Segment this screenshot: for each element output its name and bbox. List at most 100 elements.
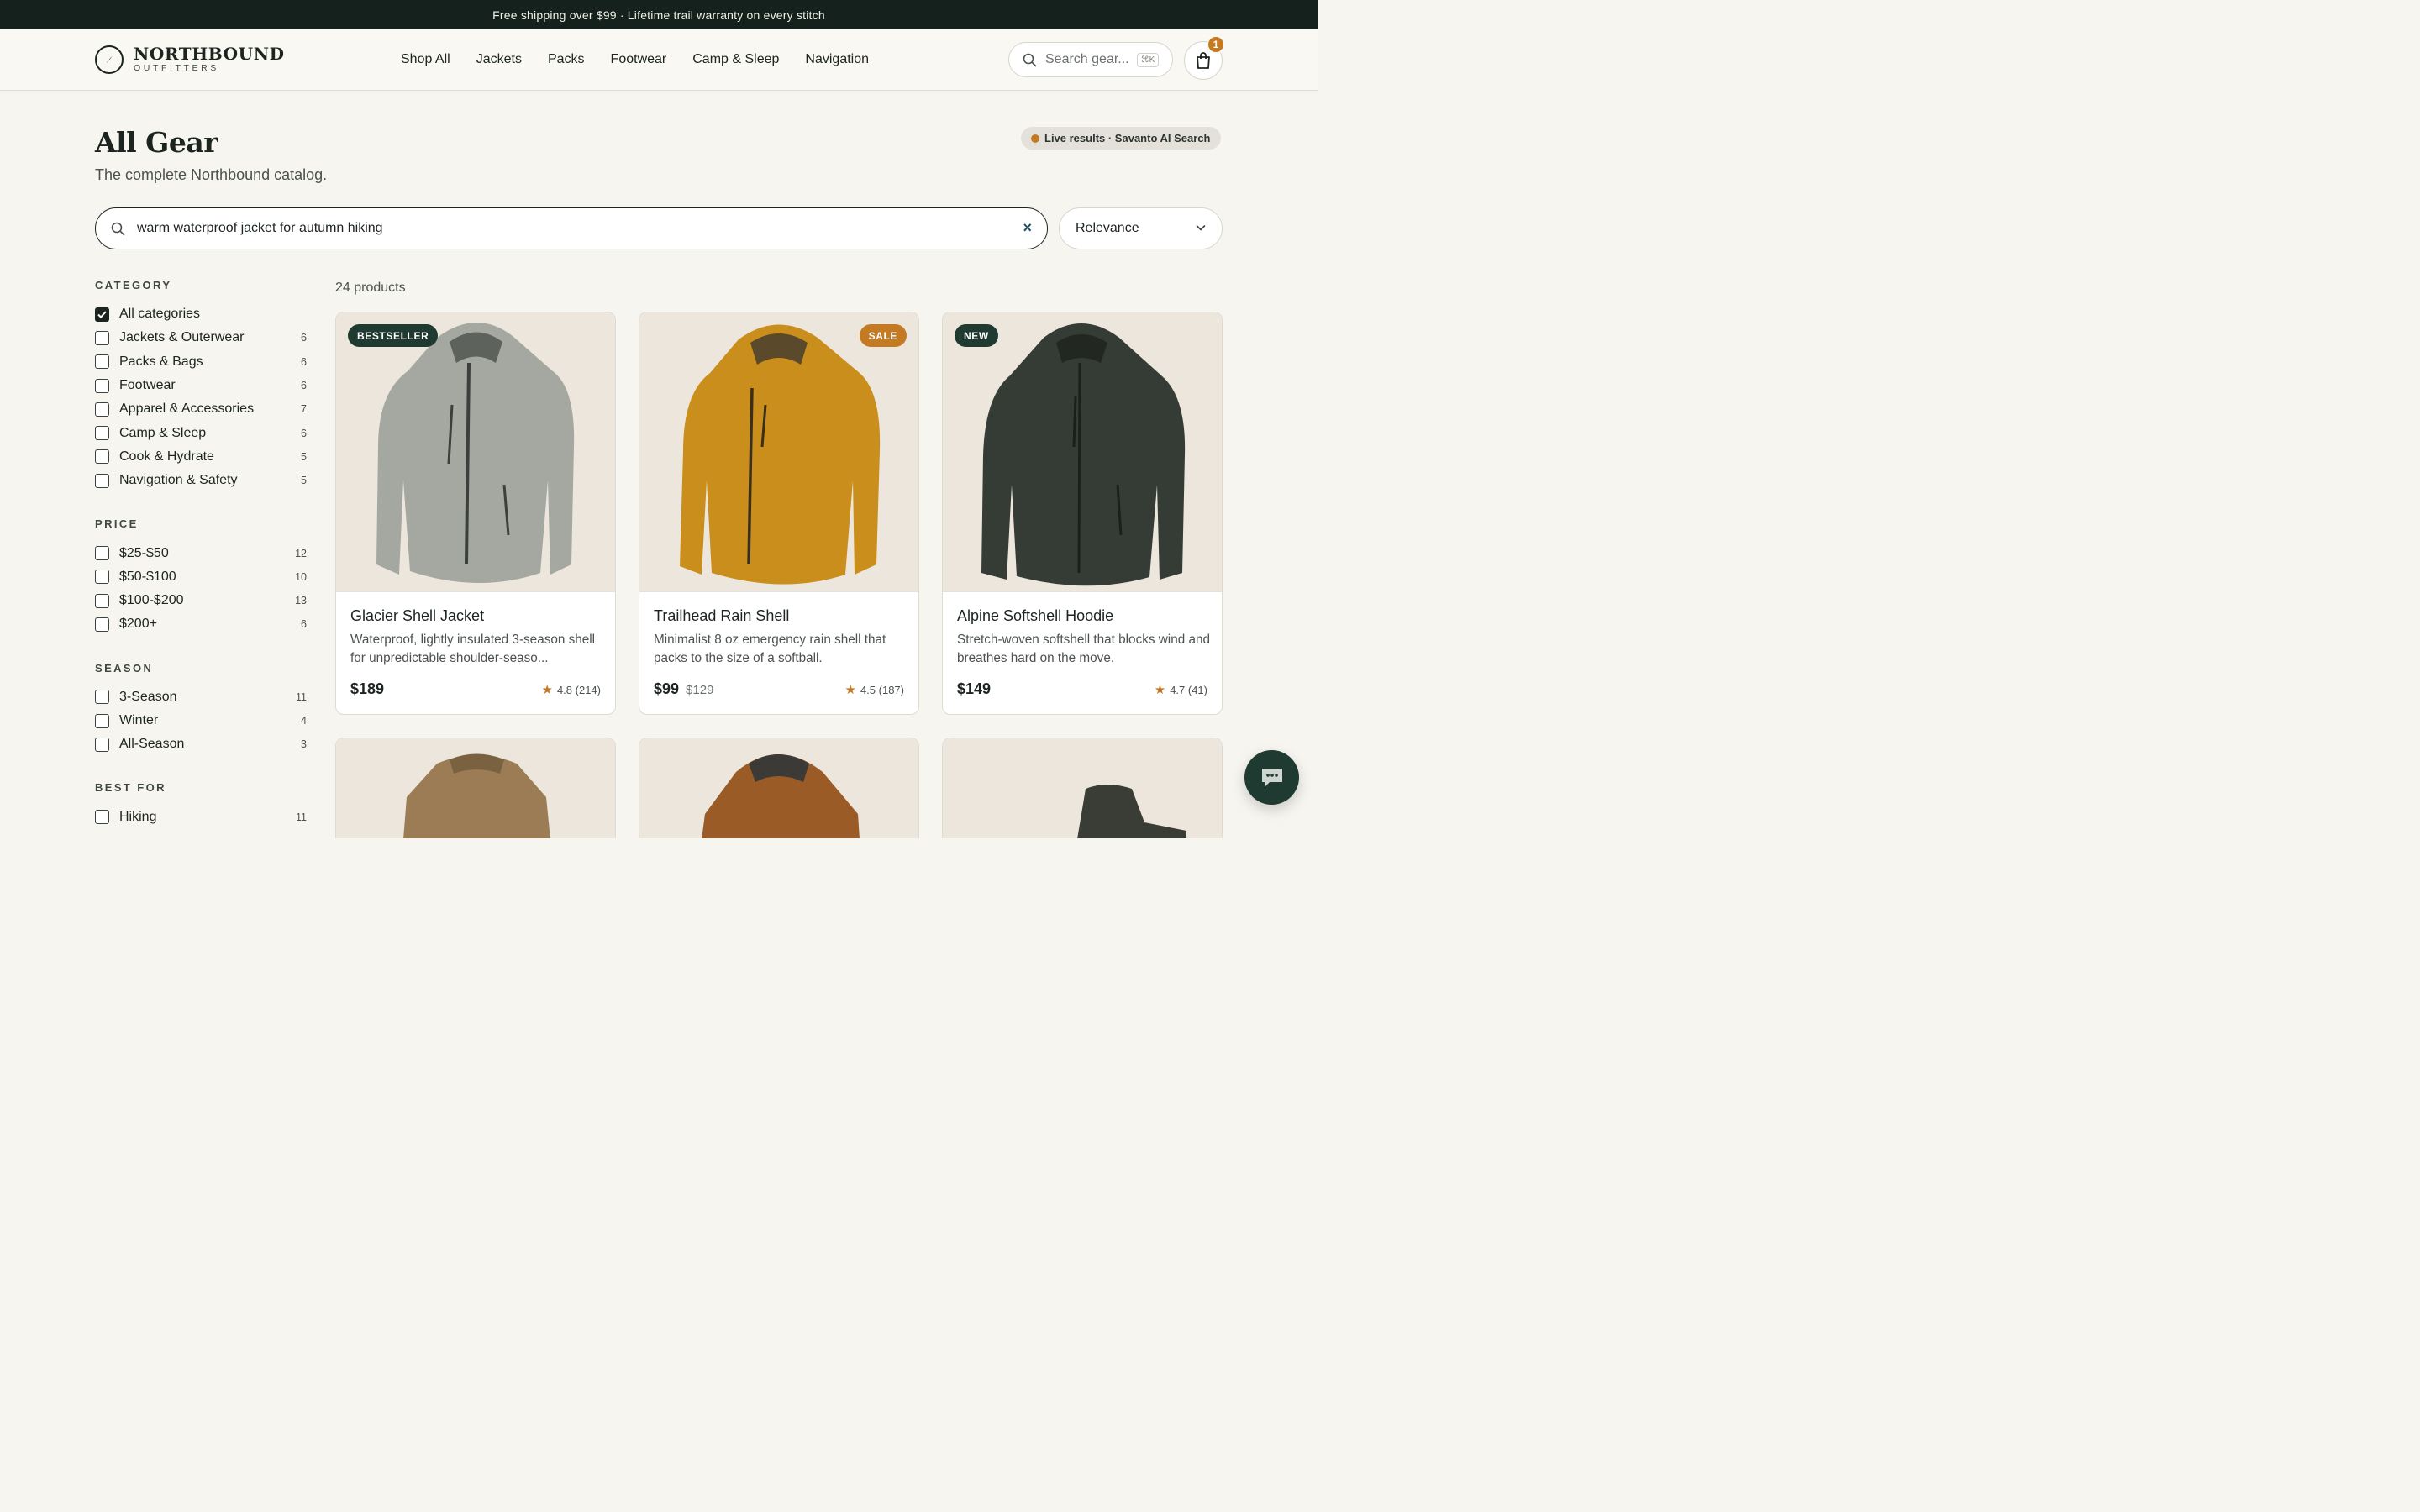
header-search[interactable]: Search gear... ⌘K bbox=[1008, 42, 1173, 77]
product-card[interactable] bbox=[335, 738, 616, 838]
product-name[interactable]: Trailhead Rain Shell bbox=[654, 607, 789, 625]
shopping-bag-icon bbox=[1195, 51, 1212, 70]
chat-bubble-icon bbox=[1260, 766, 1285, 790]
filter-label: Packs & Bags bbox=[119, 354, 203, 369]
filter-count: 12 bbox=[295, 547, 307, 559]
checkbox[interactable] bbox=[95, 354, 109, 370]
checkbox[interactable] bbox=[95, 546, 109, 561]
checkbox[interactable] bbox=[95, 617, 109, 632]
checkbox[interactable] bbox=[95, 426, 109, 441]
filter-label: All categories bbox=[119, 307, 201, 322]
nav-footwear[interactable]: Footwear bbox=[611, 52, 667, 67]
product-image[interactable]: SALE bbox=[639, 312, 918, 592]
facet-title: BEST FOR bbox=[95, 781, 166, 795]
price-value: $149 bbox=[957, 680, 992, 697]
sort-select[interactable]: Relevance bbox=[1059, 207, 1223, 249]
nav-jackets[interactable]: Jackets bbox=[476, 52, 522, 67]
checkbox[interactable] bbox=[95, 473, 109, 488]
checkbox[interactable] bbox=[95, 402, 109, 417]
filter-option[interactable]: All categories bbox=[95, 302, 307, 326]
product-tag: BESTSELLER bbox=[348, 324, 439, 347]
nav-camp-sleep[interactable]: Camp & Sleep bbox=[692, 52, 779, 67]
nav-packs[interactable]: Packs bbox=[548, 52, 585, 67]
product-price: $149 bbox=[957, 680, 991, 698]
checkbox[interactable] bbox=[95, 810, 109, 825]
site-header: NORTHBOUND OUTFITTERS Shop All Jackets P… bbox=[0, 29, 1318, 91]
filter-option[interactable]: Packs & Bags 6 bbox=[95, 350, 307, 374]
checkbox-checked[interactable] bbox=[95, 307, 109, 322]
live-badge-text: Live results · Savanto AI Search bbox=[1044, 132, 1211, 144]
checkbox[interactable] bbox=[95, 570, 109, 585]
star-icon: ★ bbox=[1154, 683, 1166, 697]
jacket-body bbox=[981, 323, 1186, 586]
product-description: Waterproof, lightly insulated 3-season s… bbox=[350, 633, 596, 665]
product-image[interactable] bbox=[639, 738, 918, 838]
checkbox[interactable] bbox=[95, 378, 109, 393]
filter-option[interactable]: Hiking 11 bbox=[95, 805, 307, 828]
results-count: 24 products bbox=[335, 281, 406, 295]
cart-button[interactable]: 1 bbox=[1184, 35, 1225, 80]
product-description: Minimalist 8 oz emergency rain shell tha… bbox=[654, 633, 886, 665]
brand-logo[interactable]: NORTHBOUND OUTFITTERS bbox=[95, 45, 285, 74]
product-card[interactable]: NEW Alpine Softshell Hoodie Stretch-wove… bbox=[942, 312, 1223, 715]
cart-count-badge: 1 bbox=[1207, 35, 1225, 54]
filter-label: Footwear bbox=[119, 378, 176, 393]
filter-label: $200+ bbox=[119, 617, 157, 632]
boot-illustration bbox=[1077, 785, 1186, 838]
checkbox[interactable] bbox=[95, 449, 109, 465]
jacket-body bbox=[680, 324, 881, 585]
filter-option[interactable]: Cook & Hydrate 5 bbox=[95, 445, 307, 469]
page-title: All Gear bbox=[95, 126, 218, 159]
header-search-placeholder: Search gear... bbox=[1045, 52, 1129, 66]
filter-label: Navigation & Safety bbox=[119, 473, 238, 488]
product-card[interactable] bbox=[942, 738, 1223, 838]
filter-option[interactable]: $50-$100 10 bbox=[95, 565, 307, 589]
compass-icon bbox=[95, 45, 124, 74]
product-image[interactable]: NEW bbox=[943, 312, 1222, 592]
filter-count: 13 bbox=[295, 595, 307, 607]
filter-count: 6 bbox=[301, 355, 307, 368]
clear-search-button[interactable]: × bbox=[1023, 219, 1032, 237]
product-name[interactable]: Glacier Shell Jacket bbox=[350, 607, 484, 625]
ai-search-input[interactable]: warm waterproof jacket for autumn hiking… bbox=[95, 207, 1048, 249]
checkbox[interactable] bbox=[95, 713, 109, 728]
facet-price: PRICE $25-$50 12 $50-$100 10 $100-$200 13 $… bbox=[95, 517, 307, 636]
filter-option[interactable]: Apparel & Accessories 7 bbox=[95, 397, 307, 421]
page-subtitle: The complete Northbound catalog. bbox=[95, 166, 328, 183]
nav-navigation[interactable]: Navigation bbox=[805, 52, 869, 67]
facet-season: SEASON 3-Season 11 Winter 4 All-Season 3 bbox=[95, 662, 307, 757]
filter-label: $25-$50 bbox=[119, 545, 169, 560]
filter-label: Jackets & Outerwear bbox=[119, 330, 245, 345]
original-price: $129 bbox=[686, 683, 714, 697]
filter-option[interactable]: 3-Season 11 bbox=[95, 685, 307, 709]
filter-option[interactable]: Camp & Sleep 6 bbox=[95, 421, 307, 444]
product-image[interactable] bbox=[336, 738, 615, 838]
product-image[interactable]: BESTSELLER bbox=[336, 312, 615, 592]
filter-label: $50-$100 bbox=[119, 569, 176, 584]
filter-option[interactable]: All-Season 3 bbox=[95, 732, 307, 756]
product-card[interactable]: BESTSELLER Glacier Shell Jacket Waterpro… bbox=[335, 312, 616, 715]
facet-title: SEASON bbox=[95, 661, 154, 675]
filter-option[interactable]: $25-$50 12 bbox=[95, 541, 307, 564]
product-name[interactable]: Alpine Softshell Hoodie bbox=[957, 607, 1113, 625]
filter-option[interactable]: $200+ 6 bbox=[95, 612, 307, 636]
nav-shop-all[interactable]: Shop All bbox=[401, 52, 450, 67]
filter-option[interactable]: $100-$200 13 bbox=[95, 589, 307, 612]
search-icon bbox=[1023, 53, 1037, 67]
checkbox[interactable] bbox=[95, 737, 109, 752]
checkbox[interactable] bbox=[95, 330, 109, 345]
filter-option[interactable]: Navigation & Safety 5 bbox=[95, 469, 307, 492]
checkbox[interactable] bbox=[95, 690, 109, 705]
filter-option[interactable]: Winter 4 bbox=[95, 709, 307, 732]
filter-count: 3 bbox=[301, 738, 307, 751]
checkbox[interactable] bbox=[95, 593, 109, 608]
product-image[interactable] bbox=[943, 738, 1222, 838]
filter-count: 7 bbox=[301, 403, 307, 416]
product-card[interactable] bbox=[639, 738, 919, 838]
chat-button[interactable] bbox=[1244, 750, 1299, 805]
filter-count: 11 bbox=[296, 811, 307, 823]
product-card[interactable]: SALE Trailhead Rain Shell Minimalist 8 o… bbox=[639, 312, 919, 715]
filter-option[interactable]: Jackets & Outerwear 6 bbox=[95, 326, 307, 349]
filter-option[interactable]: Footwear 6 bbox=[95, 374, 307, 397]
filter-count: 11 bbox=[296, 690, 307, 703]
